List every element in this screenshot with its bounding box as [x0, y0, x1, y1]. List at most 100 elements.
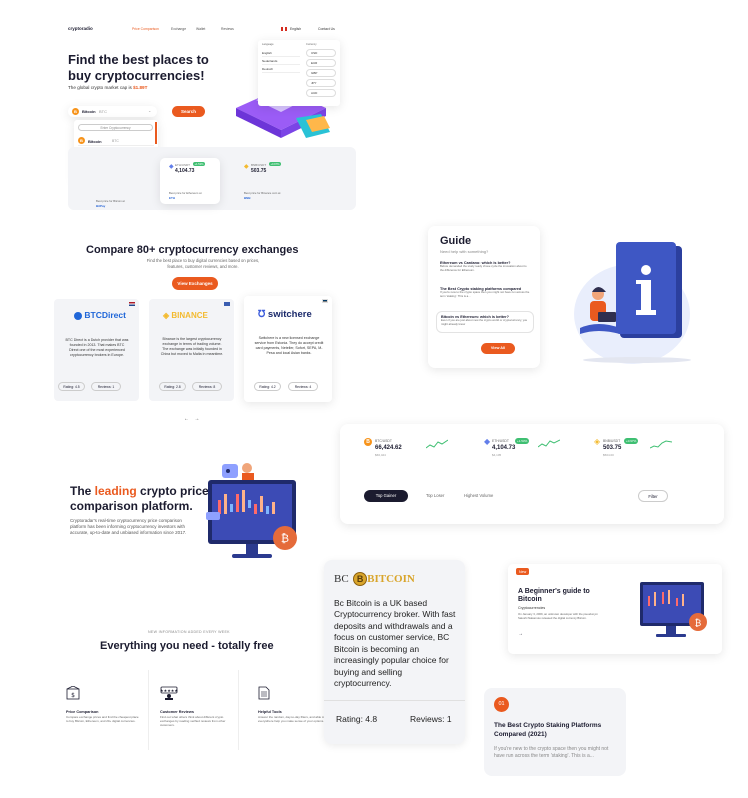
hero-eth-pair: ETH/USDT [175, 163, 190, 167]
bcbitcoin-rating: Rating: 4.8 [336, 714, 378, 724]
guide-item-2[interactable]: Bitcoin vs Ethereum: which is better? Ev… [436, 311, 534, 333]
article-card[interactable]: New A Beginner's guide to Bitcoin Crypto… [508, 564, 722, 654]
trading-robot-illustration: ₿ [206, 463, 297, 558]
currency-option[interactable]: AUD [306, 89, 336, 97]
btcdirect-logo-icon [74, 311, 82, 320]
exchange-card-switchere[interactable]: ℧ switchere Switchere is a new licensed … [244, 296, 332, 402]
coin-option-ticker: BTC [112, 138, 119, 143]
hero-title: Find the best places to buy cryptocurren… [68, 52, 209, 85]
switchere-reviews: Reviews: 4 [288, 382, 318, 391]
article-arrow[interactable]: → [518, 631, 523, 637]
contact-link[interactable]: Contact Us [318, 27, 335, 31]
customer-reviews-icon: ★★★★★ [160, 686, 178, 700]
malta-flag-icon [224, 302, 230, 306]
compare-subtitle-line2: features, customer reviews, and more. [167, 263, 239, 269]
currency-option[interactable]: USD [306, 49, 336, 57]
guide-item-1-text: If you're new to the crypto space then y… [440, 290, 530, 298]
tab-highest-volume[interactable]: Highest Volume [464, 493, 493, 498]
hero-price-card-eth[interactable]: ◆ ETH/USDT +1.53% 4,104.73 Best price fo… [160, 158, 220, 204]
ticker-bnb-sub: $504.00 [603, 453, 614, 457]
currency-option[interactable]: GBP [306, 69, 336, 77]
hero-eth-vendor: ETH [169, 196, 175, 200]
leading-suffix: crypto price [136, 484, 209, 498]
binance-rating: Rating: 2.8 [159, 382, 186, 391]
ticker-btc-price: 66,424.62 [375, 445, 402, 451]
article-illustration: ₿ [640, 582, 707, 637]
feature-reviews-title: Customer Reviews [160, 710, 194, 714]
ticker-bnb-sparkline [650, 440, 672, 449]
hero-price-card-bnb[interactable]: ◆ BNB/USDT +0.97% 503.75 Best price for … [244, 158, 304, 204]
ticker-eth-sparkline [538, 439, 560, 448]
tab-top-gainer[interactable]: Top Gainer [364, 490, 408, 502]
search-button[interactable]: Search [172, 106, 205, 117]
leading-section: The leading crypto price comparison plat… [60, 456, 310, 566]
feature-tools-title: Helpful Tools [258, 710, 282, 714]
hero-section: cryptoradio Price Comparison Exchange Wa… [48, 20, 368, 220]
compare-subtitle-line1: Find the best place to buy digital curre… [146, 258, 260, 263]
ethereum-icon: ◆ [169, 164, 174, 170]
switchere-logo: ℧ switchere [258, 309, 312, 320]
bcbitcoin-coin-icon: B [353, 571, 368, 586]
leading-title-line2: comparison platform. [70, 499, 193, 513]
guide-item-0-text: Before demanded the study ready chose cy… [440, 264, 527, 272]
hero-bnb-pair: BNB/USDT [251, 163, 267, 167]
coin-select-ticker: BTC [99, 109, 107, 114]
exchange-card-btcdirect[interactable]: BTCDirect BTC Direct is a Dutch provider… [54, 299, 139, 401]
chevron-down-icon: ⌄ [148, 108, 152, 113]
view-exchanges-button[interactable]: View Exchanges [172, 277, 218, 290]
language-option[interactable]: English [262, 49, 300, 57]
ticker-bnb-badge: +0.97% [624, 438, 639, 444]
feature-helpful-tools: Helpful Tools Answer the random, day-to-… [258, 686, 333, 723]
staking-title-line1: The Best Crypto Staking Platforms [494, 722, 602, 729]
hero-title-line2: buy cryptocurrencies! [68, 68, 205, 84]
staking-title-line2: Compared (2021) [494, 730, 547, 738]
article-title-line1: A Beginner's guide to [518, 588, 590, 595]
exchange-card-binance[interactable]: ◈ BINANCE Binance is the largest cryptoc… [149, 299, 234, 401]
ticker-bnb-price: 503.75 [603, 445, 622, 451]
binance-reviews: Reviews: 8 [192, 382, 222, 391]
ticker-eth-price: 4,104.73 [492, 445, 516, 451]
hero-eth-badge: +1.53% [193, 162, 205, 167]
staking-card[interactable]: 01 The Best Crypto Staking Platforms Com… [484, 688, 626, 776]
language-option[interactable]: Deutsch [262, 65, 300, 73]
crypto-search-input[interactable]: Enter Cryptocurrency [78, 124, 153, 131]
nav-link-exchange[interactable]: Exchange [171, 27, 186, 31]
article-title-line2: Bitcoin [518, 596, 542, 604]
btcdirect-desc: BTC Direct is a Dutch provider that was … [65, 338, 129, 358]
lang-header: Language [262, 43, 274, 46]
nav-link-wallet[interactable]: Wallet [196, 27, 205, 31]
lang-currency-dropdown: Language Currency English Nederlands Deuts… [258, 40, 340, 106]
currency-option[interactable]: EUR [306, 59, 336, 67]
logo[interactable]: cryptoradio [68, 26, 93, 31]
info-illustration [574, 242, 691, 364]
binance-logo: ◈ BINANCE [163, 311, 208, 320]
filter-button[interactable]: Filter [638, 490, 668, 502]
binance-logo-text: BINANCE [171, 311, 208, 320]
flag-icon[interactable] [281, 27, 287, 31]
coin-select[interactable]: B Bitcoin BTC ⌄ [68, 106, 157, 117]
svg-text:₿: ₿ [281, 532, 289, 545]
coin-option[interactable]: B Bitcoin BTC [78, 136, 154, 146]
feature-divider-1 [148, 670, 149, 750]
svg-text:$: $ [71, 692, 75, 699]
view-all-button[interactable]: View All [481, 343, 515, 354]
coin-dropdown-scrollbar[interactable] [155, 122, 157, 144]
hero-bnb-price: 503.75 [251, 168, 267, 174]
bitcoin-icon: B [72, 108, 79, 115]
feature-price-title: Price Comparison [66, 710, 99, 714]
currency-option[interactable]: JPY [306, 79, 336, 87]
guide-item-1[interactable]: The Best Crypto staking platforms compar… [440, 287, 530, 299]
guide-item-0[interactable]: Ethereum vs Cardano: which is better? Be… [440, 261, 530, 273]
nav-link-reviews[interactable]: Reviews [221, 27, 234, 31]
region-label[interactable]: English [290, 27, 301, 31]
carousel-arrows[interactable]: ← → [184, 416, 201, 422]
bitcoin-icon: B [364, 438, 372, 446]
bcbitcoin-card[interactable]: BC B BITCOIN Bc Bitcoin is a UK based Cry… [324, 560, 465, 744]
compare-section: Compare 80+ cryptocurrency exchanges Fin… [48, 236, 388, 436]
nav-link-price-comparison[interactable]: Price Comparison [132, 27, 159, 31]
leading-prefix: The [70, 484, 95, 498]
language-option[interactable]: Nederlands [262, 57, 300, 65]
binance-logo-icon: ◈ [163, 311, 170, 320]
netherlands-flag-icon [129, 302, 135, 306]
tab-top-loser[interactable]: Top Loser [426, 493, 444, 498]
